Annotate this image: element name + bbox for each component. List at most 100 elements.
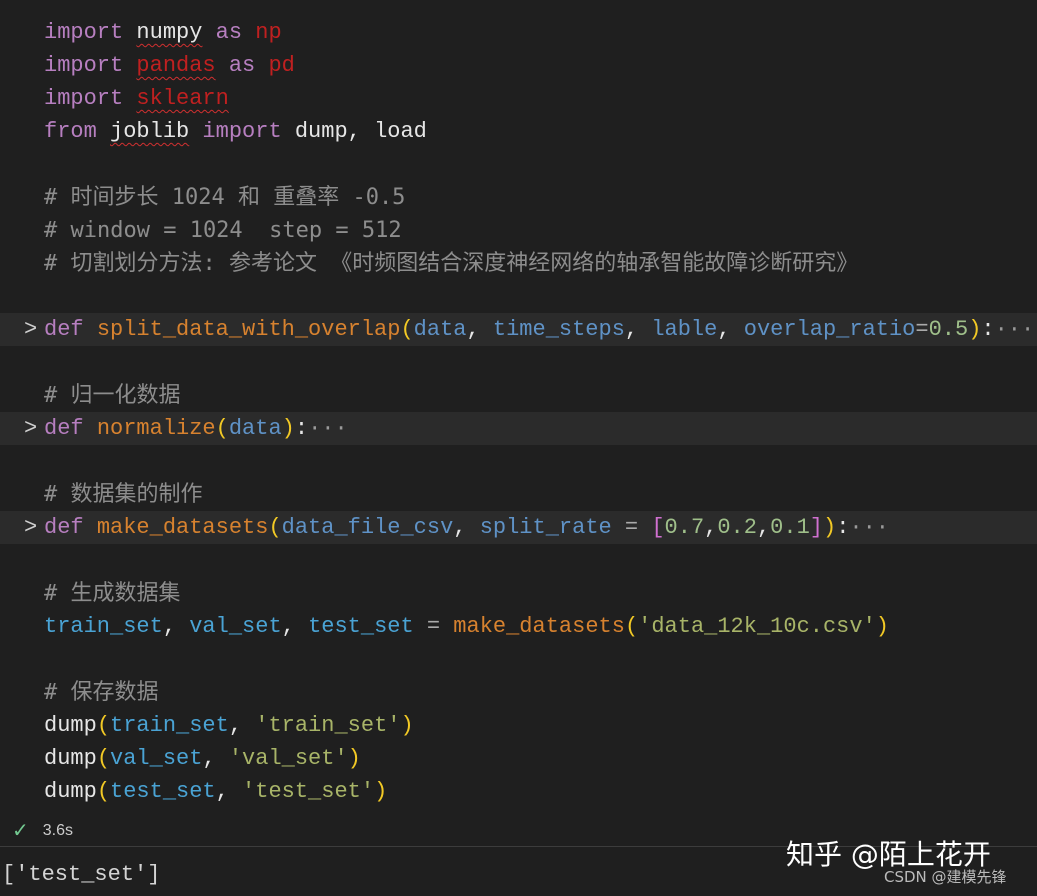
code-line[interactable]: import pandas as pd: [0, 49, 1037, 82]
code-token: train_set: [110, 713, 229, 738]
code-token: # 切割划分方法: 参考论文 《时频图结合深度神经网络的轴承智能故障诊断研究》: [44, 251, 858, 276]
code-token: ): [876, 614, 889, 639]
code-token: data: [229, 416, 282, 441]
fold-chevron-icon[interactable]: >: [24, 412, 37, 445]
code-line[interactable]: train_set, val_set, test_set = make_data…: [0, 610, 1037, 643]
code-token: test_set: [308, 614, 414, 639]
folded-code-line[interactable]: >def make_datasets(data_file_csv, split_…: [0, 511, 1037, 544]
code-token: pandas: [136, 53, 215, 78]
code-token: split_data_with_overlap: [97, 317, 401, 342]
code-token: 0.5: [929, 317, 969, 342]
code-token: import: [44, 53, 123, 78]
code-token: ···: [849, 515, 889, 540]
code-line[interactable]: [0, 148, 1037, 181]
code-token: def: [44, 317, 84, 342]
code-token: split_rate: [480, 515, 612, 540]
code-token: make_datasets: [453, 614, 625, 639]
code-token: [: [651, 515, 664, 540]
folded-code-line[interactable]: >def normalize(data):···: [0, 412, 1037, 445]
fold-chevron-icon[interactable]: >: [24, 313, 37, 346]
code-line[interactable]: [0, 643, 1037, 676]
code-token: # 时间步长 1024 和 重叠率 -0.5: [44, 185, 405, 210]
code-token: ,: [282, 614, 308, 639]
code-token: data_file_csv: [282, 515, 454, 540]
code-token: ): [348, 746, 361, 771]
code-token: [84, 515, 97, 540]
code-token: =: [915, 317, 928, 342]
code-token: ,: [216, 779, 242, 804]
code-line[interactable]: # 生成数据集: [0, 577, 1037, 610]
code-line[interactable]: [0, 544, 1037, 577]
code-line[interactable]: dump(test_set, 'test_set'): [0, 775, 1037, 808]
code-token: ,: [163, 614, 189, 639]
code-token: 'data_12k_10c.csv': [638, 614, 876, 639]
code-line[interactable]: [0, 280, 1037, 313]
code-line[interactable]: # 归一化数据: [0, 379, 1037, 412]
code-line[interactable]: [0, 445, 1037, 478]
cell-status: ✓ 3.6s: [12, 818, 73, 843]
code-token: [84, 416, 97, 441]
execution-time: 3.6s: [43, 822, 73, 840]
code-token: def: [44, 515, 84, 540]
code-line[interactable]: # 保存数据: [0, 676, 1037, 709]
code-token: 0.7: [665, 515, 705, 540]
code-token: (: [400, 317, 413, 342]
code-token: ): [374, 779, 387, 804]
code-line[interactable]: import sklearn: [0, 82, 1037, 115]
code-token: dump, load: [295, 119, 427, 144]
code-token: ,: [466, 317, 492, 342]
code-line[interactable]: # 时间步长 1024 和 重叠率 -0.5: [0, 181, 1037, 214]
code-line[interactable]: # 切割划分方法: 参考论文 《时频图结合深度神经网络的轴承智能故障诊断研究》: [0, 247, 1037, 280]
code-line[interactable]: import numpy as np: [0, 16, 1037, 49]
code-token: [123, 20, 136, 45]
code-token: ···: [308, 416, 348, 441]
code-line[interactable]: # 数据集的制作: [0, 478, 1037, 511]
code-token: from: [44, 119, 97, 144]
code-token: import: [44, 20, 123, 45]
code-token: import: [44, 86, 123, 111]
code-token: 0.2: [717, 515, 757, 540]
fold-chevron-icon[interactable]: >: [24, 511, 37, 544]
code-token: # window = 1024 step = 512: [44, 218, 402, 243]
code-token: joblib: [110, 119, 189, 144]
code-token: test_set: [110, 779, 216, 804]
code-token: val_set: [189, 614, 281, 639]
code-line[interactable]: dump(train_set, 'train_set'): [0, 709, 1037, 742]
code-token: # 数据集的制作: [44, 482, 203, 507]
code-token: ,: [704, 515, 717, 540]
code-token: sklearn: [136, 86, 228, 111]
folded-code-line[interactable]: > def split_data_with_overlap(data, time_…: [0, 313, 1037, 346]
code-token: ): [400, 713, 413, 738]
code-token: ): [968, 317, 981, 342]
code-token: 'val_set': [229, 746, 348, 771]
code-token: 'test_set': [242, 779, 374, 804]
code-token: as: [202, 20, 255, 45]
code-token: # 生成数据集: [44, 581, 181, 606]
code-token: :: [836, 515, 849, 540]
code-token: [123, 86, 136, 111]
code-token: import: [189, 119, 295, 144]
code-token: =: [612, 515, 652, 540]
code-line[interactable]: from joblib import dump, load: [0, 115, 1037, 148]
code-token: make_datasets: [97, 515, 269, 540]
cell-output: ['test_set']: [2, 862, 160, 887]
code-token: dump: [44, 713, 97, 738]
code-line[interactable]: [0, 346, 1037, 379]
code-line[interactable]: dump(val_set, 'val_set'): [0, 742, 1037, 775]
code-token: train_set: [44, 614, 163, 639]
code-token: ,: [717, 317, 743, 342]
code-token: ,: [202, 746, 228, 771]
code-token: 0.1: [770, 515, 810, 540]
code-token: time_steps: [493, 317, 625, 342]
code-token: # 归一化数据: [44, 383, 181, 408]
code-token: :: [295, 416, 308, 441]
code-token: ,: [625, 317, 651, 342]
code-token: ,: [453, 515, 479, 540]
code-token: pd: [268, 53, 294, 78]
code-token: data: [414, 317, 467, 342]
code-line[interactable]: # window = 1024 step = 512: [0, 214, 1037, 247]
code-editor[interactable]: import numpy as npimport pandas as pdimp…: [0, 16, 1037, 808]
code-token: [84, 317, 97, 342]
code-token: val_set: [110, 746, 202, 771]
code-token: lable: [651, 317, 717, 342]
